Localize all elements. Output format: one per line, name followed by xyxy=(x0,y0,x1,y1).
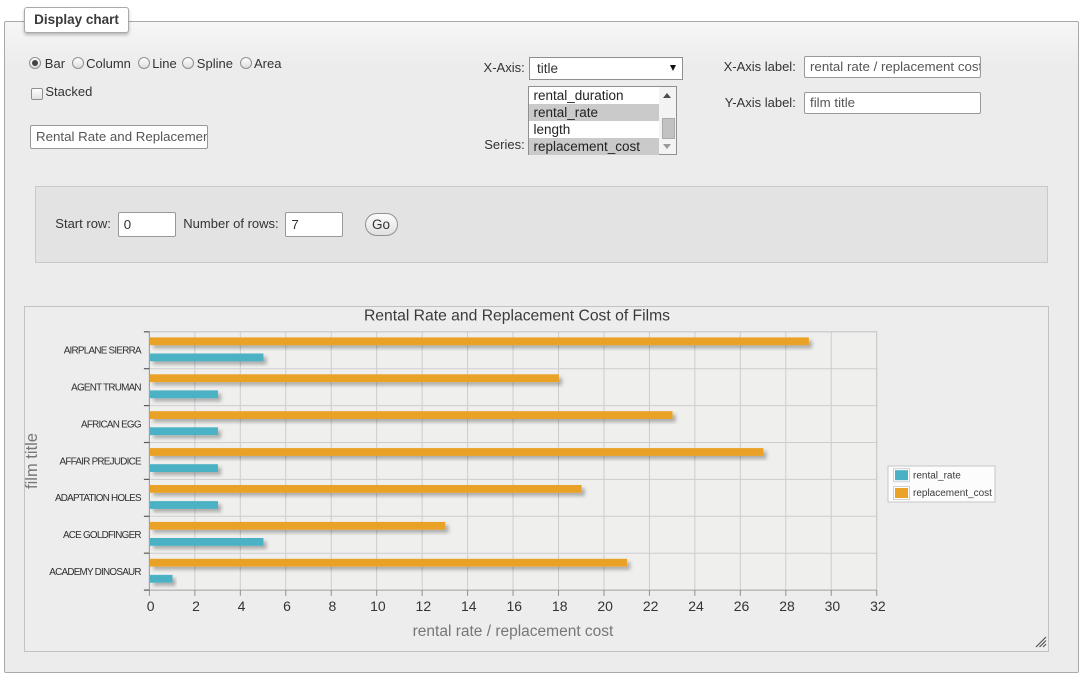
svg-text:0: 0 xyxy=(147,598,155,614)
svg-text:16: 16 xyxy=(506,598,522,614)
svg-text:22: 22 xyxy=(643,598,659,614)
svg-text:32: 32 xyxy=(870,598,886,614)
svg-text:rental rate / replacement cost: rental rate / replacement cost xyxy=(413,623,614,640)
svg-text:film title: film title xyxy=(25,433,41,489)
svg-text:AFRICAN EGG: AFRICAN EGG xyxy=(81,419,141,430)
svg-text:AIRPLANE SIERRA: AIRPLANE SIERRA xyxy=(64,346,142,357)
svg-text:AFFAIR PREJUDICE: AFFAIR PREJUDICE xyxy=(60,456,142,467)
svg-text:14: 14 xyxy=(461,598,477,614)
svg-text:26: 26 xyxy=(734,598,750,614)
svg-text:10: 10 xyxy=(370,598,386,614)
svg-text:12: 12 xyxy=(416,598,432,614)
svg-text:4: 4 xyxy=(238,598,246,614)
svg-text:6: 6 xyxy=(283,598,291,614)
svg-text:24: 24 xyxy=(688,598,704,614)
svg-text:rental_rate: rental_rate xyxy=(913,470,961,481)
svg-text:replacement_cost: replacement_cost xyxy=(913,488,992,499)
svg-text:ADAPTATION HOLES: ADAPTATION HOLES xyxy=(55,493,142,504)
svg-text:2: 2 xyxy=(192,598,200,614)
svg-text:30: 30 xyxy=(825,598,841,614)
svg-text:ACADEMY DINOSAUR: ACADEMY DINOSAUR xyxy=(49,567,141,578)
svg-text:8: 8 xyxy=(329,598,337,614)
svg-text:Rental Rate and Replacement Co: Rental Rate and Replacement Cost of Film… xyxy=(364,308,670,325)
svg-text:AGENT TRUMAN: AGENT TRUMAN xyxy=(71,382,141,393)
svg-text:18: 18 xyxy=(552,598,568,614)
svg-text:28: 28 xyxy=(779,598,795,614)
svg-text:ACE GOLDFINGER: ACE GOLDFINGER xyxy=(63,530,141,541)
svg-text:20: 20 xyxy=(597,598,613,614)
